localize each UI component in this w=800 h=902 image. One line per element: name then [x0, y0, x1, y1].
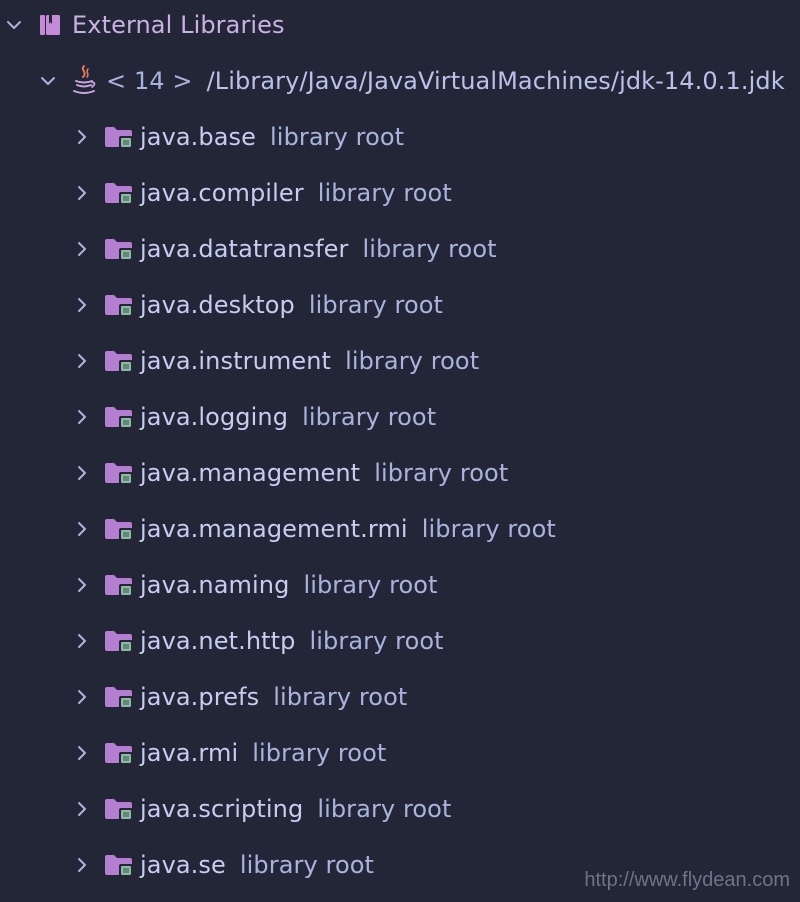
module-suffix: library root: [309, 627, 444, 655]
module-suffix: library root: [374, 459, 509, 487]
java-cup-icon: [73, 65, 96, 94]
library-folder-icon: [105, 855, 133, 877]
library-icon: [40, 15, 60, 35]
tree-row-module[interactable]: java.compiler library root: [0, 165, 800, 221]
module-name: java.instrument: [140, 347, 332, 375]
chevron-right-icon[interactable]: [74, 129, 90, 145]
tree-row-module[interactable]: java.prefs library root: [0, 669, 800, 725]
library-folder-icon: [105, 407, 133, 429]
sdk-version-label: < 14 >: [106, 67, 193, 95]
library-folder-icon: [105, 575, 133, 597]
tree-row-module[interactable]: java.rmi library root: [0, 725, 800, 781]
library-folder-icon: [105, 799, 133, 821]
chevron-right-icon[interactable]: [74, 521, 90, 537]
chevron-right-icon[interactable]: [74, 801, 90, 817]
chevron-right-icon[interactable]: [74, 745, 90, 761]
module-name: java.management.rmi: [140, 515, 408, 543]
library-folder-icon: [105, 239, 133, 261]
chevron-right-icon[interactable]: [74, 465, 90, 481]
tree-row-module[interactable]: java.instrument library root: [0, 333, 800, 389]
module-suffix: library root: [421, 515, 556, 543]
watermark: http://www.flydean.com: [584, 869, 790, 891]
module-name: java.naming: [140, 571, 290, 599]
tree-row-module[interactable]: java.datatransfer library root: [0, 221, 800, 277]
chevron-right-icon[interactable]: [74, 633, 90, 649]
module-suffix: library root: [273, 683, 408, 711]
tree-row-module[interactable]: java.desktop library root: [0, 277, 800, 333]
tree-row-module[interactable]: java.base library root: [0, 109, 800, 165]
module-name: java.rmi: [140, 739, 239, 767]
chevron-right-icon[interactable]: [74, 577, 90, 593]
module-suffix: library root: [270, 123, 405, 151]
tree-label-external-libraries: External Libraries: [72, 11, 285, 39]
module-name: java.management: [140, 459, 361, 487]
module-name: java.datatransfer: [140, 235, 349, 263]
library-folder-icon: [105, 631, 133, 653]
module-suffix: library root: [252, 739, 387, 767]
chevron-right-icon[interactable]: [74, 185, 90, 201]
module-suffix: library root: [362, 235, 497, 263]
sdk-path: /Library/Java/JavaVirtualMachines/jdk-14…: [206, 67, 785, 95]
tree-row-module[interactable]: java.management library root: [0, 445, 800, 501]
module-name: java.desktop: [140, 291, 295, 319]
module-suffix: library root: [317, 795, 452, 823]
library-folder-icon: [105, 743, 133, 765]
module-suffix: library root: [308, 291, 444, 319]
library-folder-icon: [105, 127, 133, 149]
library-folder-icon: [105, 463, 133, 485]
library-folder-icon: [105, 519, 133, 541]
library-folder-icon: [105, 183, 133, 205]
tree-row-jdk[interactable]: < 14 > /Library/Java/JavaVirtualMachines…: [0, 53, 800, 109]
module-suffix: library root: [345, 347, 480, 375]
project-tree: External Libraries < 14 > /Library/Java/…: [0, 0, 800, 902]
chevron-right-icon[interactable]: [74, 241, 90, 257]
module-name: java.se: [140, 851, 226, 879]
module-name: java.base: [140, 123, 257, 151]
library-folder-icon: [105, 351, 133, 373]
chevron-right-icon[interactable]: [74, 409, 90, 425]
module-name: java.prefs: [140, 683, 260, 711]
module-suffix: library root: [239, 851, 375, 879]
module-name: java.net.http: [140, 627, 296, 655]
chevron-right-icon[interactable]: [74, 353, 90, 369]
tree-row-external-libraries[interactable]: External Libraries: [0, 0, 800, 53]
chevron-right-icon[interactable]: [74, 689, 90, 705]
library-folder-icon: [105, 687, 133, 709]
module-suffix: library root: [317, 179, 452, 207]
tree-row-module[interactable]: java.naming library root: [0, 557, 800, 613]
chevron-down-icon[interactable]: [40, 73, 56, 89]
module-name: java.scripting: [140, 795, 304, 823]
tree-row-module[interactable]: java.logging library root: [0, 389, 800, 445]
tree-row-module[interactable]: java.management.rmi library root: [0, 501, 800, 557]
chevron-down-icon[interactable]: [6, 17, 22, 33]
module-suffix: library root: [302, 403, 437, 431]
module-suffix: library root: [303, 571, 438, 599]
module-name: java.compiler: [140, 179, 304, 207]
module-name: java.logging: [140, 403, 289, 431]
tree-row-module[interactable]: java.net.http library root: [0, 613, 800, 669]
chevron-right-icon[interactable]: [74, 857, 90, 873]
chevron-right-icon[interactable]: [74, 297, 90, 313]
tree-row-module[interactable]: java.scripting library root: [0, 781, 800, 837]
library-folder-icon: [105, 295, 133, 317]
